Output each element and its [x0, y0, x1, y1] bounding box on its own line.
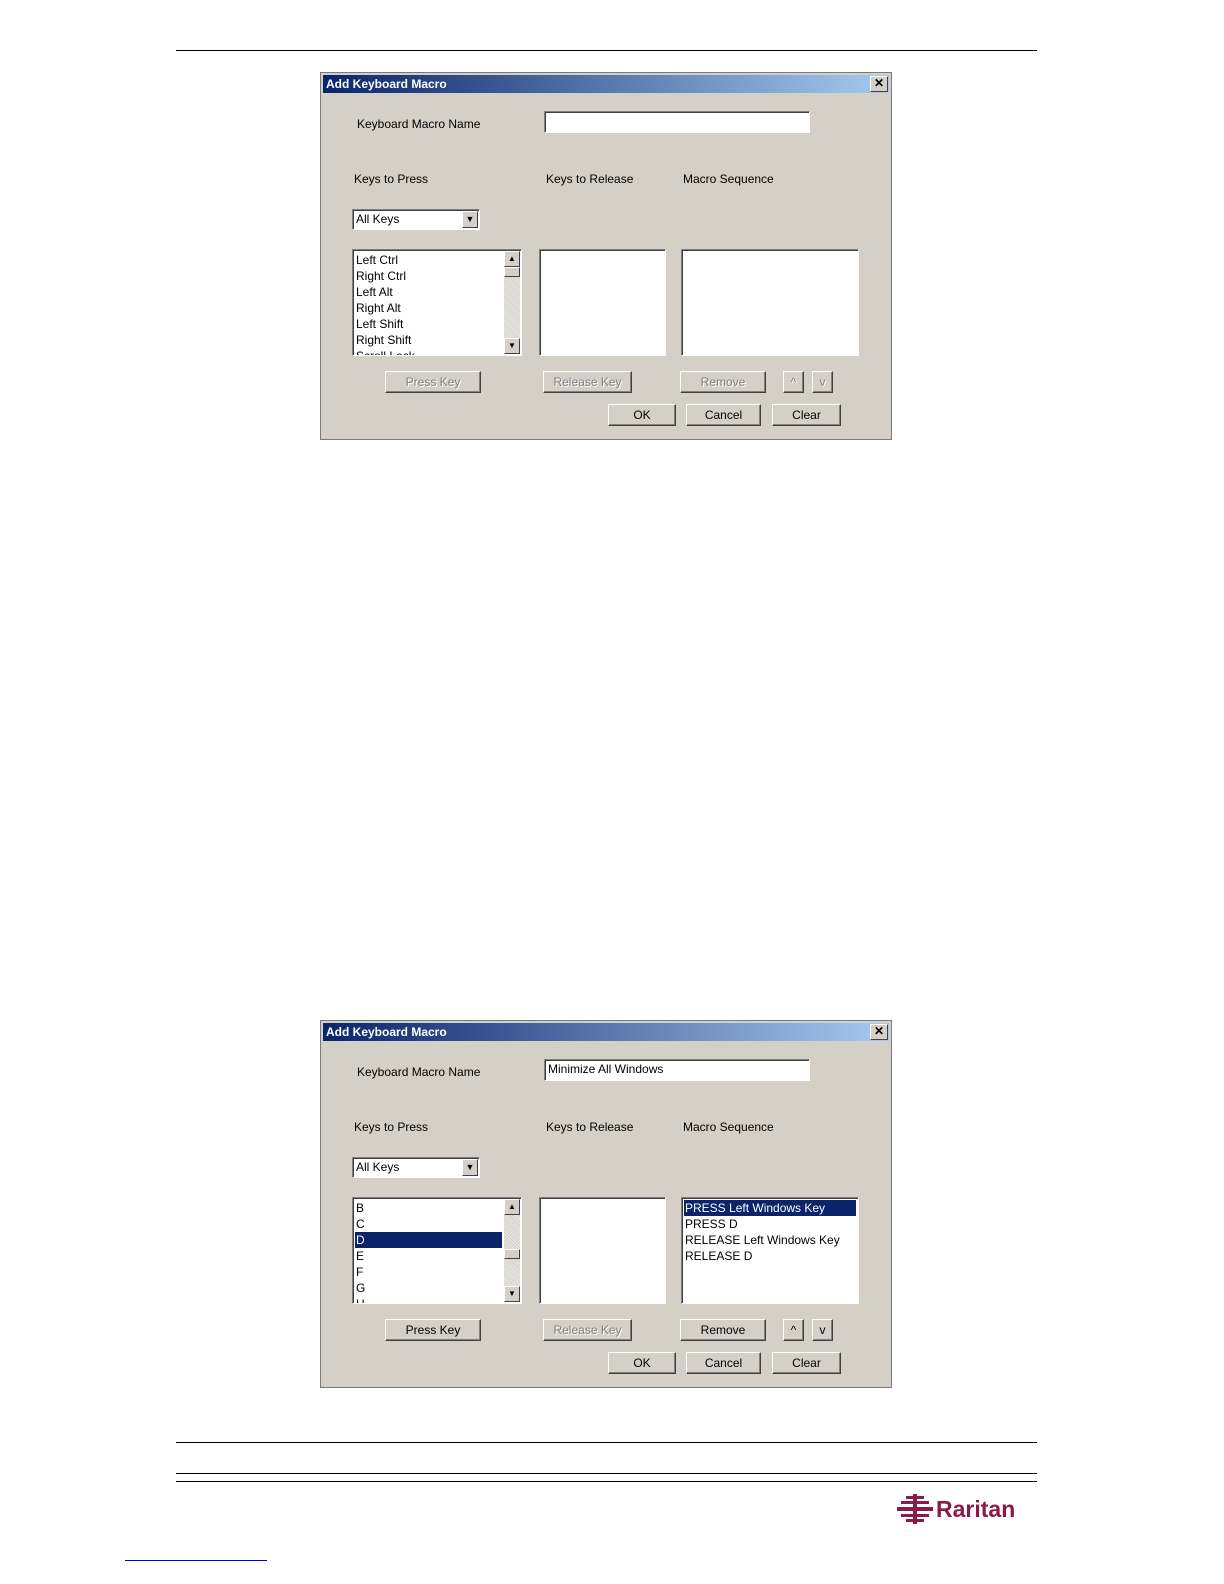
add-keyboard-macro-dialog: Add Keyboard Macro ✕ Keyboard Macro Name Mi…	[320, 1020, 892, 1388]
sequence-list-items: PRESS Left Windows Key PRESS D RELEASE Lef…	[684, 1200, 856, 1264]
footer-rule-bottom-2	[176, 1481, 1037, 1482]
key-list-item[interactable]: Right Shift	[355, 332, 502, 348]
key-list-item[interactable]: Left Alt	[355, 284, 502, 300]
sequence-list-item[interactable]: PRESS Left Windows Key	[684, 1200, 856, 1216]
press-key-button[interactable]: Press Key	[385, 371, 481, 393]
remove-button[interactable]: Remove	[680, 371, 766, 393]
keys-list-scrollbar[interactable]: ▲ ▼	[504, 251, 520, 354]
remove-button[interactable]: Remove	[680, 1319, 766, 1341]
macro-sequence-list[interactable]	[681, 249, 859, 356]
key-list-item[interactable]: Left Shift	[355, 316, 502, 332]
clear-button[interactable]: Clear	[772, 404, 841, 426]
footer-rule-top	[176, 1442, 1037, 1443]
cancel-button[interactable]: Cancel	[686, 1352, 761, 1374]
dropdown-arrow-icon[interactable]: ▼	[462, 1159, 478, 1176]
header-rule	[176, 50, 1037, 51]
macro-sequence-list[interactable]: PRESS Left Windows Key PRESS D RELEASE Lef…	[681, 1197, 859, 1304]
add-keyboard-macro-dialog: Add Keyboard Macro ✕ Keyboard Macro Name Ke…	[320, 72, 892, 440]
keys-to-release-label: Keys to Release	[546, 172, 634, 186]
close-icon[interactable]: ✕	[870, 1024, 888, 1040]
sequence-list-item[interactable]: RELEASE Left Windows Key	[684, 1232, 856, 1248]
dialog-titlebar[interactable]: Add Keyboard Macro ✕	[323, 1023, 889, 1041]
key-list-item[interactable]: Left Ctrl	[355, 252, 502, 268]
macro-name-input[interactable]	[544, 111, 810, 133]
press-key-button[interactable]: Press Key	[385, 1319, 481, 1341]
sequence-list-item[interactable]: RELEASE D	[684, 1248, 856, 1264]
keys-to-press-list[interactable]: B C D E F G H ▲ ▼	[352, 1197, 522, 1304]
scroll-down-icon[interactable]: ▼	[504, 338, 520, 354]
keys-to-press-label: Keys to Press	[354, 1120, 429, 1134]
key-list-item[interactable]: Scroll Lock	[355, 348, 502, 355]
release-key-button[interactable]: Release Key	[543, 1319, 632, 1341]
footer-rule-bottom	[176, 1473, 1037, 1474]
cancel-button[interactable]: Cancel	[686, 404, 761, 426]
keys-to-press-list[interactable]: Left Ctrl Right Ctrl Left Alt Right Alt Left…	[352, 249, 522, 356]
keys-list-items: Left Ctrl Right Ctrl Left Alt Right Alt Left…	[355, 252, 502, 355]
macro-name-input[interactable]: Minimize All Windows	[544, 1059, 810, 1081]
dialog-title: Add Keyboard Macro	[326, 77, 447, 91]
clear-button[interactable]: Clear	[772, 1352, 841, 1374]
ok-button[interactable]: OK	[608, 1352, 676, 1374]
keys-to-release-label: Keys to Release	[546, 1120, 634, 1134]
key-list-item[interactable]: F	[355, 1264, 502, 1280]
move-up-button[interactable]: ^	[783, 371, 804, 393]
dialog-titlebar[interactable]: Add Keyboard Macro ✕	[323, 75, 889, 93]
key-list-item[interactable]: H	[355, 1296, 502, 1303]
move-down-button[interactable]: v	[812, 1319, 833, 1341]
key-list-item[interactable]: Right Alt	[355, 300, 502, 316]
scroll-down-icon[interactable]: ▼	[504, 1286, 520, 1302]
key-list-item[interactable]: E	[355, 1248, 502, 1264]
dropdown-arrow-icon[interactable]: ▼	[462, 211, 478, 228]
key-filter-value: All Keys	[356, 1160, 400, 1174]
keys-list-items: BCDEFGH	[355, 1200, 502, 1303]
macro-sequence-label: Macro Sequence	[683, 1120, 774, 1134]
scroll-thumb[interactable]	[504, 267, 520, 277]
keys-list-scrollbar[interactable]: ▲ ▼	[504, 1199, 520, 1302]
move-up-button[interactable]: ^	[783, 1319, 804, 1341]
ok-button[interactable]: OK	[608, 404, 676, 426]
key-filter-select[interactable]: All Keys ▼	[352, 209, 480, 230]
logo-text: Raritan	[936, 1496, 1015, 1522]
footer-link-underline[interactable]	[125, 1560, 267, 1561]
macro-name-label: Keyboard Macro Name	[357, 1065, 481, 1079]
dialog-title: Add Keyboard Macro	[326, 1025, 447, 1039]
raritan-emblem-icon	[897, 1494, 933, 1524]
key-list-item[interactable]: C	[355, 1216, 502, 1232]
scroll-up-icon[interactable]: ▲	[504, 251, 520, 267]
raritan-logo: Raritan	[897, 1494, 1015, 1524]
move-down-button[interactable]: v	[812, 371, 833, 393]
key-list-item[interactable]: D	[355, 1232, 502, 1248]
sequence-list-item[interactable]: PRESS D	[684, 1216, 856, 1232]
macro-sequence-label: Macro Sequence	[683, 172, 774, 186]
macro-name-label: Keyboard Macro Name	[357, 117, 481, 131]
key-list-item[interactable]: B	[355, 1200, 502, 1216]
keys-to-release-list[interactable]	[539, 1197, 666, 1304]
key-filter-select[interactable]: All Keys ▼	[352, 1157, 480, 1178]
keys-to-press-label: Keys to Press	[354, 172, 429, 186]
keys-to-release-list[interactable]	[539, 249, 666, 356]
key-filter-value: All Keys	[356, 212, 400, 226]
scroll-up-icon[interactable]: ▲	[504, 1199, 520, 1215]
key-list-item[interactable]: Right Ctrl	[355, 268, 502, 284]
close-icon[interactable]: ✕	[870, 76, 888, 92]
key-list-item[interactable]: G	[355, 1280, 502, 1296]
scroll-thumb[interactable]	[504, 1249, 520, 1259]
release-key-button[interactable]: Release Key	[543, 371, 632, 393]
